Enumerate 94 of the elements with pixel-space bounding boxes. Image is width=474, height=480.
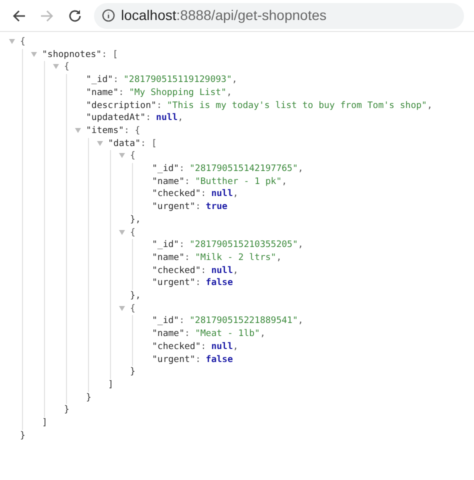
json-punctuation: : [184,252,190,265]
json-key: "urgent" [152,201,196,214]
json-punctuation: , [260,328,266,341]
json-punctuation: { [130,302,136,316]
json-key: "updatedAt" [86,112,146,125]
json-key: "urgent" [152,277,196,290]
json-literal: null [211,340,233,354]
json-punctuation: , [276,252,282,265]
json-string: "Milk - 2 ltrs" [194,252,276,265]
json-punctuation: , [426,100,432,112]
json-punctuation: : [200,264,206,278]
json-string: "281790515142197765" [190,163,298,176]
json-punctuation: : [200,188,206,202]
json-punctuation: : [113,74,119,87]
json-punctuation: , [232,340,238,354]
toggle-arrow-icon[interactable] [9,39,15,44]
json-string: "Butther - 1 pk" [194,176,282,188]
json-punctuation: , [282,176,288,188]
json-punctuation: : [195,354,201,366]
json-literal: null [211,264,233,278]
info-icon[interactable] [102,9,115,22]
json-punctuation: , [298,239,304,252]
toggle-arrow-icon[interactable] [119,230,125,235]
toggle-arrow-icon[interactable] [31,52,37,57]
json-punctuation: , [232,188,238,202]
json-punctuation: : [ [102,48,118,62]
json-literal: null [156,112,178,125]
json-punctuation: , [298,163,304,176]
reload-icon[interactable] [67,8,83,24]
json-string: "281790515221889541" [190,315,298,328]
json-punctuation: }, [130,291,141,302]
json-punctuation: : [195,201,201,214]
json-key: "name" [152,176,185,188]
json-punctuation: : [118,86,124,100]
json-key: "items" [86,124,124,138]
url-text: localhost:8888/api/get-shopnotes [121,6,326,25]
toggle-arrow-icon[interactable] [75,128,81,133]
json-punctuation: : [184,176,190,188]
json-punctuation: } [130,367,136,378]
json-punctuation: ] [108,380,114,390]
json-key: "name" [86,86,119,100]
json-punctuation: { [64,61,70,74]
json-key: "name" [152,252,185,265]
json-punctuation: { [20,36,26,49]
address-bar[interactable]: localhost:8888/api/get-shopnotes [94,2,464,28]
json-punctuation: : [179,163,185,176]
json-string: "This is my today's list to buy from Tom's shop" [166,100,427,112]
json-punctuation: : { [124,124,140,138]
json-string: "281790515119129093" [124,74,232,87]
json-punctuation: } [20,430,26,441]
forward-arrow-icon[interactable] [39,8,55,24]
json-punctuation: { [130,150,136,164]
json-punctuation: : [184,328,190,341]
json-key: "checked" [152,340,201,354]
json-punctuation: : [179,315,185,328]
json-punctuation: : [ [140,138,157,150]
json-punctuation: : [195,277,201,290]
json-key: "name" [152,328,185,341]
json-punctuation: } [64,405,70,416]
json-punctuation: ] [42,418,48,428]
toggle-arrow-icon[interactable] [97,140,103,146]
json-punctuation: , [232,264,238,278]
json-key: "urgent" [152,354,196,366]
json-key: "_id" [86,74,114,87]
toggle-arrow-icon[interactable] [53,64,59,70]
toggle-arrow-icon[interactable] [119,153,125,158]
json-string: "281790515210355205" [190,239,298,252]
json-key: "data" [108,138,141,150]
json-key: "checked" [152,264,201,278]
json-key: "description" [86,100,156,112]
json-punctuation: : [200,340,206,354]
json-literal: true [206,201,228,214]
json-key: "_id" [152,315,180,328]
json-literal: false [206,277,233,290]
json-punctuation: , [226,86,232,100]
json-key: "_id" [152,163,180,176]
json-punctuation: }, [130,214,141,225]
json-punctuation: , [298,315,304,328]
json-punctuation: , [232,74,238,87]
json-punctuation: : [179,239,185,252]
json-punctuation: : [146,112,152,125]
json-string: "My Shopping List" [128,86,226,100]
json-key: "shopnotes" [42,48,102,62]
json-key: "_id" [152,239,180,252]
json-literal: null [211,188,233,202]
json-key: "checked" [152,188,201,202]
json-punctuation: : [156,100,162,112]
back-arrow-icon[interactable] [11,8,27,24]
json-punctuation: } [86,392,92,403]
json-string: "Meat - 1lb" [194,328,260,341]
json-punctuation: , [178,112,184,125]
json-literal: false [206,354,233,366]
json-punctuation: { [130,226,136,240]
toggle-arrow-icon[interactable] [119,306,125,311]
